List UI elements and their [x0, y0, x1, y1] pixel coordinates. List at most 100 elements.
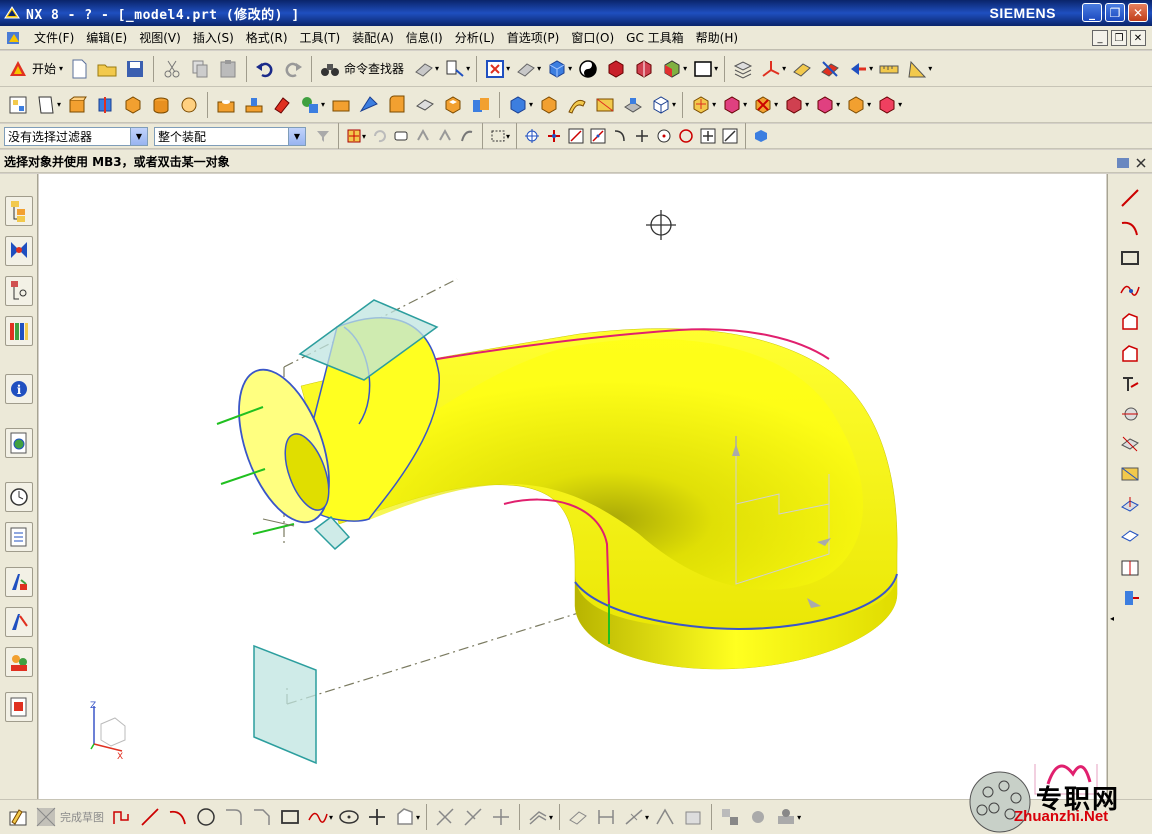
menu-preferences[interactable]: 首选项(P): [501, 29, 566, 46]
edge-blend-icon[interactable]: [383, 91, 411, 119]
select-feature-icon[interactable]: [343, 125, 365, 147]
menu-edit[interactable]: 编辑(E): [80, 29, 133, 46]
process-studio-icon[interactable]: [5, 522, 33, 552]
sketch-settings-icon[interactable]: [744, 803, 772, 831]
slot-icon[interactable]: [327, 91, 355, 119]
binoculars-icon[interactable]: [316, 55, 344, 83]
cut-icon[interactable]: [158, 55, 186, 83]
start-button[interactable]: 开始: [32, 60, 56, 77]
select-face-icon[interactable]: [412, 125, 434, 147]
animate-dimension-icon[interactable]: [679, 803, 707, 831]
menu-file[interactable]: 文件(F): [28, 29, 80, 46]
direction-arrow-icon[interactable]: [844, 55, 872, 83]
sketch-ellipse-icon[interactable]: [335, 803, 363, 831]
revolve-icon[interactable]: [91, 91, 119, 119]
filter-funnel-icon[interactable]: [312, 125, 334, 147]
select-edge-icon[interactable]: [434, 125, 456, 147]
section-curve-icon[interactable]: [1116, 430, 1144, 458]
doc-minimize-button[interactable]: _: [1092, 30, 1108, 46]
make-corner-icon[interactable]: [487, 803, 515, 831]
doc-close-button[interactable]: ✕: [1130, 30, 1146, 46]
extract-curve-icon[interactable]: [1116, 460, 1144, 488]
redo-icon[interactable]: [279, 55, 307, 83]
shaded-cube-icon[interactable]: [543, 55, 571, 83]
quick-extend-icon[interactable]: [459, 803, 487, 831]
quick-trim-icon[interactable]: [431, 803, 459, 831]
doc-restore-button[interactable]: ❐: [1111, 30, 1127, 46]
manufacturing-wizard-icon[interactable]: [5, 567, 33, 597]
new-file-icon[interactable]: [65, 55, 93, 83]
web-browser-icon[interactable]: [5, 428, 33, 458]
save-icon[interactable]: [121, 55, 149, 83]
sketch-point-icon[interactable]: [363, 803, 391, 831]
mirror-curve-icon[interactable]: [1116, 554, 1144, 582]
trim-body-icon[interactable]: [535, 91, 563, 119]
endpoint-icon[interactable]: [565, 125, 587, 147]
finish-sketch-button[interactable]: 完成草图: [60, 809, 104, 825]
close-icon[interactable]: [1130, 152, 1152, 174]
studio-spline-icon[interactable]: [1116, 276, 1144, 304]
undo-icon[interactable]: [251, 55, 279, 83]
offset-curve-icon[interactable]: [1116, 340, 1144, 368]
reuse-library-icon[interactable]: [5, 316, 33, 346]
unite-icon[interactable]: [467, 91, 495, 119]
menu-assemblies[interactable]: 装配(A): [346, 29, 400, 46]
chamfer-icon[interactable]: [411, 91, 439, 119]
rectangle-select-icon[interactable]: [487, 125, 509, 147]
menu-view[interactable]: 视图(V): [133, 29, 187, 46]
control-point-icon[interactable]: [609, 125, 631, 147]
wcs-icon[interactable]: [757, 55, 785, 83]
history-icon[interactable]: [5, 482, 33, 512]
offset-sketch-icon[interactable]: [524, 803, 552, 831]
assembly-navigator-icon[interactable]: [5, 196, 33, 226]
combined-curve-icon[interactable]: [1116, 522, 1144, 550]
wrap-curve-icon[interactable]: [1116, 584, 1144, 612]
close-button[interactable]: ✕: [1128, 3, 1148, 22]
block-icon[interactable]: [119, 91, 147, 119]
menu-insert[interactable]: 插入(S): [187, 29, 240, 46]
nx-document-icon[interactable]: [6, 30, 22, 46]
snap-on-icon[interactable]: [521, 125, 543, 147]
resize-blend-icon[interactable]: [811, 91, 839, 119]
sketch-fillet-icon[interactable]: [220, 803, 248, 831]
paste-icon[interactable]: [214, 55, 242, 83]
hole-icon[interactable]: [212, 91, 240, 119]
select-body-icon[interactable]: [390, 125, 412, 147]
menu-gc-toolkits[interactable]: GC 工具箱: [620, 29, 690, 46]
layer-stack-icon[interactable]: [729, 55, 757, 83]
start-icon[interactable]: [4, 55, 32, 83]
replace-blend-icon[interactable]: [873, 91, 901, 119]
sketch-line-icon[interactable]: [136, 803, 164, 831]
alternate-solution-icon[interactable]: [716, 803, 744, 831]
undo-selection-icon[interactable]: [368, 125, 390, 147]
red-cube-icon[interactable]: [602, 55, 630, 83]
open-folder-icon[interactable]: [93, 55, 121, 83]
move-object-icon[interactable]: [788, 55, 816, 83]
groove-icon[interactable]: [355, 91, 383, 119]
swept-icon[interactable]: [563, 91, 591, 119]
sketch-chamfer-icon[interactable]: [248, 803, 276, 831]
existing-point-icon[interactable]: [697, 125, 719, 147]
move-face-icon[interactable]: [687, 91, 715, 119]
pocket-icon[interactable]: [268, 91, 296, 119]
project-curve-icon[interactable]: [1116, 492, 1144, 520]
type-filter-dropdown[interactable]: 没有选择过滤器 ▼: [4, 126, 148, 146]
info-arrow-icon[interactable]: [441, 55, 469, 83]
rectangle-icon[interactable]: [1116, 244, 1144, 272]
roles-icon[interactable]: [5, 607, 33, 637]
intersection-icon[interactable]: [631, 125, 653, 147]
menu-information[interactable]: 信息(I): [400, 29, 449, 46]
graphics-window[interactable]: Z X: [39, 174, 1106, 799]
shaded-block-icon[interactable]: [504, 91, 532, 119]
geometric-constraints-icon[interactable]: [564, 803, 592, 831]
wireframe-cube-icon[interactable]: [647, 91, 675, 119]
quadrant-icon[interactable]: [675, 125, 697, 147]
fit-view-icon[interactable]: [481, 55, 509, 83]
sketch-arc-icon[interactable]: [164, 803, 192, 831]
measure-distance-icon[interactable]: [875, 55, 903, 83]
replace-face-icon[interactable]: [780, 91, 808, 119]
copy-icon[interactable]: [186, 55, 214, 83]
restore-button[interactable]: ❐: [1105, 3, 1125, 22]
offset-face-icon[interactable]: [619, 91, 647, 119]
dimension-icon[interactable]: [592, 803, 620, 831]
